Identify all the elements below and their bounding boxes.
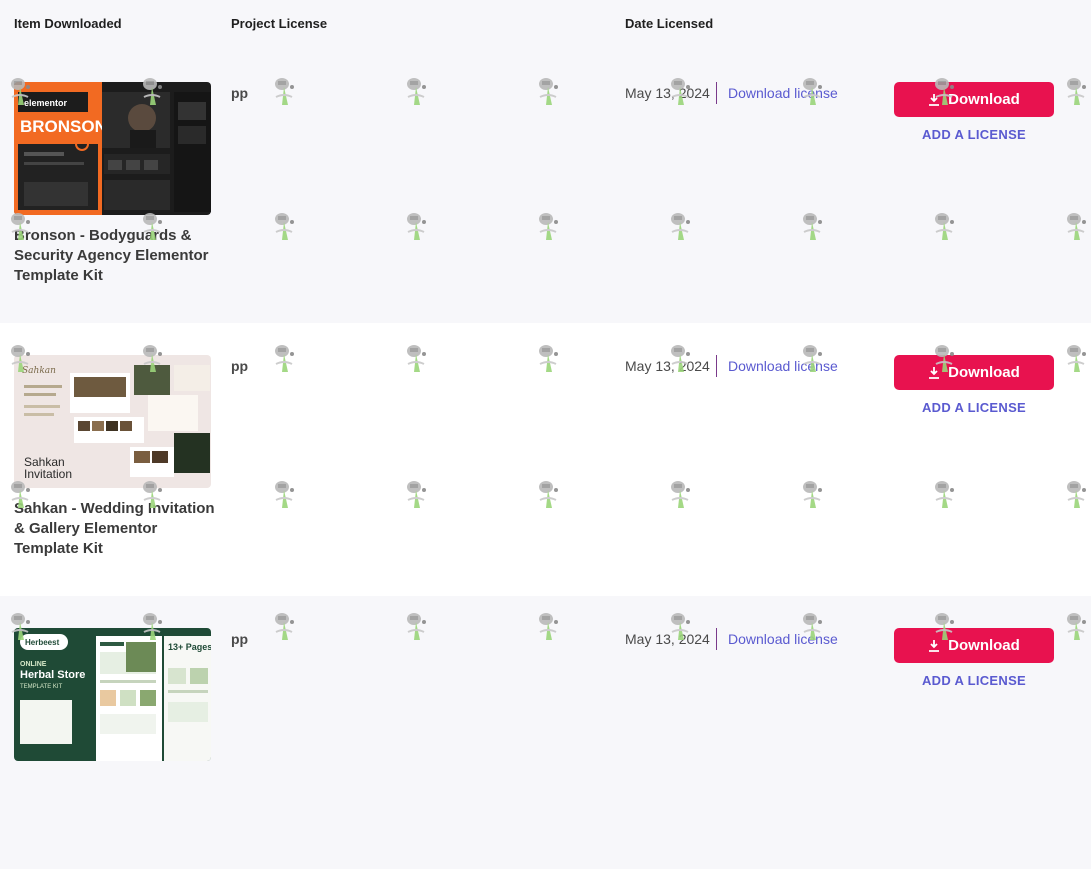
item-thumbnail[interactable]: Herbeest ONLINE Herbal Store TEMPLATE KI… <box>14 628 211 761</box>
thumb-title: BRONSON <box>20 117 107 136</box>
download-button[interactable]: Download <box>894 355 1054 390</box>
thumb-brand: Sahkan <box>22 366 56 376</box>
item-thumbnail[interactable]: elementor BRONSON <box>14 82 211 215</box>
thumb-brand: elementor <box>24 98 68 108</box>
download-icon <box>929 93 940 106</box>
download-button-label: Download <box>948 364 1020 381</box>
table-row: Sahkan Sahkan Invitation Sahkan - Weddin… <box>0 323 1091 596</box>
header-date-licensed: Date Licensed <box>625 16 714 31</box>
separator <box>716 355 717 377</box>
download-license-link[interactable]: Download license <box>728 631 838 647</box>
add-a-license-link[interactable]: ADD A LICENSE <box>894 127 1054 142</box>
date-licensed: May 13, 2024 <box>625 358 710 374</box>
download-license-link[interactable]: Download license <box>728 85 838 101</box>
date-licensed: May 13, 2024 <box>625 631 710 647</box>
download-button-label: Download <box>948 91 1020 108</box>
thumb-sub: ONLINE <box>20 661 47 668</box>
thumb-brand: Herbeest <box>25 638 60 647</box>
add-a-license-link[interactable]: ADD A LICENSE <box>894 673 1054 688</box>
item-title[interactable]: Sahkan - Wedding Invitation & Gallery El… <box>14 499 219 559</box>
svg-text:Invitation: Invitation <box>24 467 72 481</box>
separator <box>716 628 717 650</box>
separator <box>716 82 717 104</box>
thumb-title: Herbal Store <box>20 669 85 681</box>
header-item-downloaded: Item Downloaded <box>14 16 122 31</box>
add-a-license-link[interactable]: ADD A LICENSE <box>894 400 1054 415</box>
item-title[interactable]: Bronson - Bodyguards & Security Agency E… <box>14 226 219 286</box>
header-project-license: Project License <box>231 16 328 31</box>
download-button[interactable]: Download <box>894 628 1054 663</box>
table-row: Herbeest ONLINE Herbal Store TEMPLATE KI… <box>0 596 1091 869</box>
project-license: pp <box>231 85 249 101</box>
date-licensed: May 13, 2024 <box>625 85 710 101</box>
thumb-pages: 13+ Pages <box>168 642 211 652</box>
project-license: pp <box>231 358 249 374</box>
download-button-label: Download <box>948 637 1020 654</box>
table-row: elementor BRONSON Bronson - Bodyguards &… <box>0 50 1091 323</box>
item-thumbnail[interactable]: Sahkan Sahkan Invitation <box>14 355 211 488</box>
download-license-link[interactable]: Download license <box>728 358 838 374</box>
thumb-kit: TEMPLATE KIT <box>20 684 63 690</box>
table-header: Item Downloaded Project License Date Lic… <box>0 0 1091 50</box>
download-icon <box>929 366 940 379</box>
download-icon <box>929 639 940 652</box>
download-button[interactable]: Download <box>894 82 1054 117</box>
project-license: pp <box>231 631 249 647</box>
